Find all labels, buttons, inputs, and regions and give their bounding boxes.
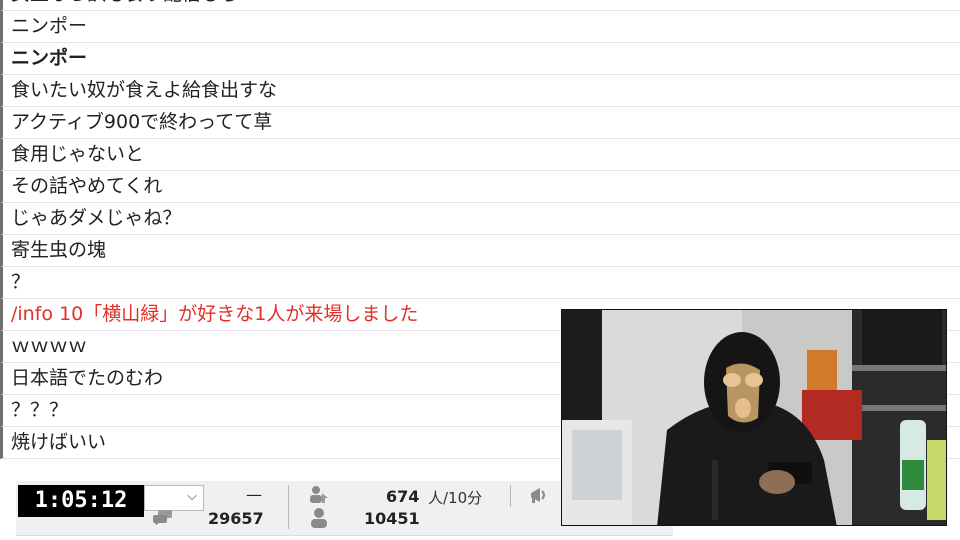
active-unit: 人/10分 xyxy=(428,489,483,507)
active-count: 674 xyxy=(386,487,420,506)
camera-frame-image xyxy=(562,310,946,525)
comment-bubbles-icon xyxy=(152,509,174,529)
visitor-icon xyxy=(308,507,330,533)
divider xyxy=(510,485,511,507)
time-mode-select[interactable]: ⌵ xyxy=(144,485,204,511)
comment-row[interactable]: アクティブ900で終わってて草 xyxy=(0,107,960,139)
comment-row[interactable]: ニンポー xyxy=(0,11,960,43)
megaphone-icon[interactable] xyxy=(528,485,550,509)
camera-preview xyxy=(561,309,947,526)
comment-row[interactable]: 寄生虫の塊 xyxy=(0,235,960,267)
comment-row[interactable]: ？ xyxy=(0,267,960,299)
divider xyxy=(288,485,289,529)
comment-row[interactable]: じゃあダメじゃね？ xyxy=(0,203,960,235)
comment-row[interactable]: ニンポー xyxy=(0,43,960,75)
chevron-down-icon: ⌵ xyxy=(187,489,197,504)
comment-row[interactable]: 食いたい奴が食えよ給食出すな xyxy=(0,75,960,107)
elapsed-time: 1:05:12 xyxy=(18,485,144,517)
comment-row[interactable]: 食用じゃないと xyxy=(0,139,960,171)
comment-row[interactable]: 女王なら訳も食う配信しろ xyxy=(0,0,960,11)
comment-count: 29657 xyxy=(208,509,264,528)
visitor-count: 10451 xyxy=(364,509,420,528)
comment-row[interactable]: その話やめてくれ xyxy=(0,171,960,203)
dash-value: — xyxy=(246,485,262,504)
